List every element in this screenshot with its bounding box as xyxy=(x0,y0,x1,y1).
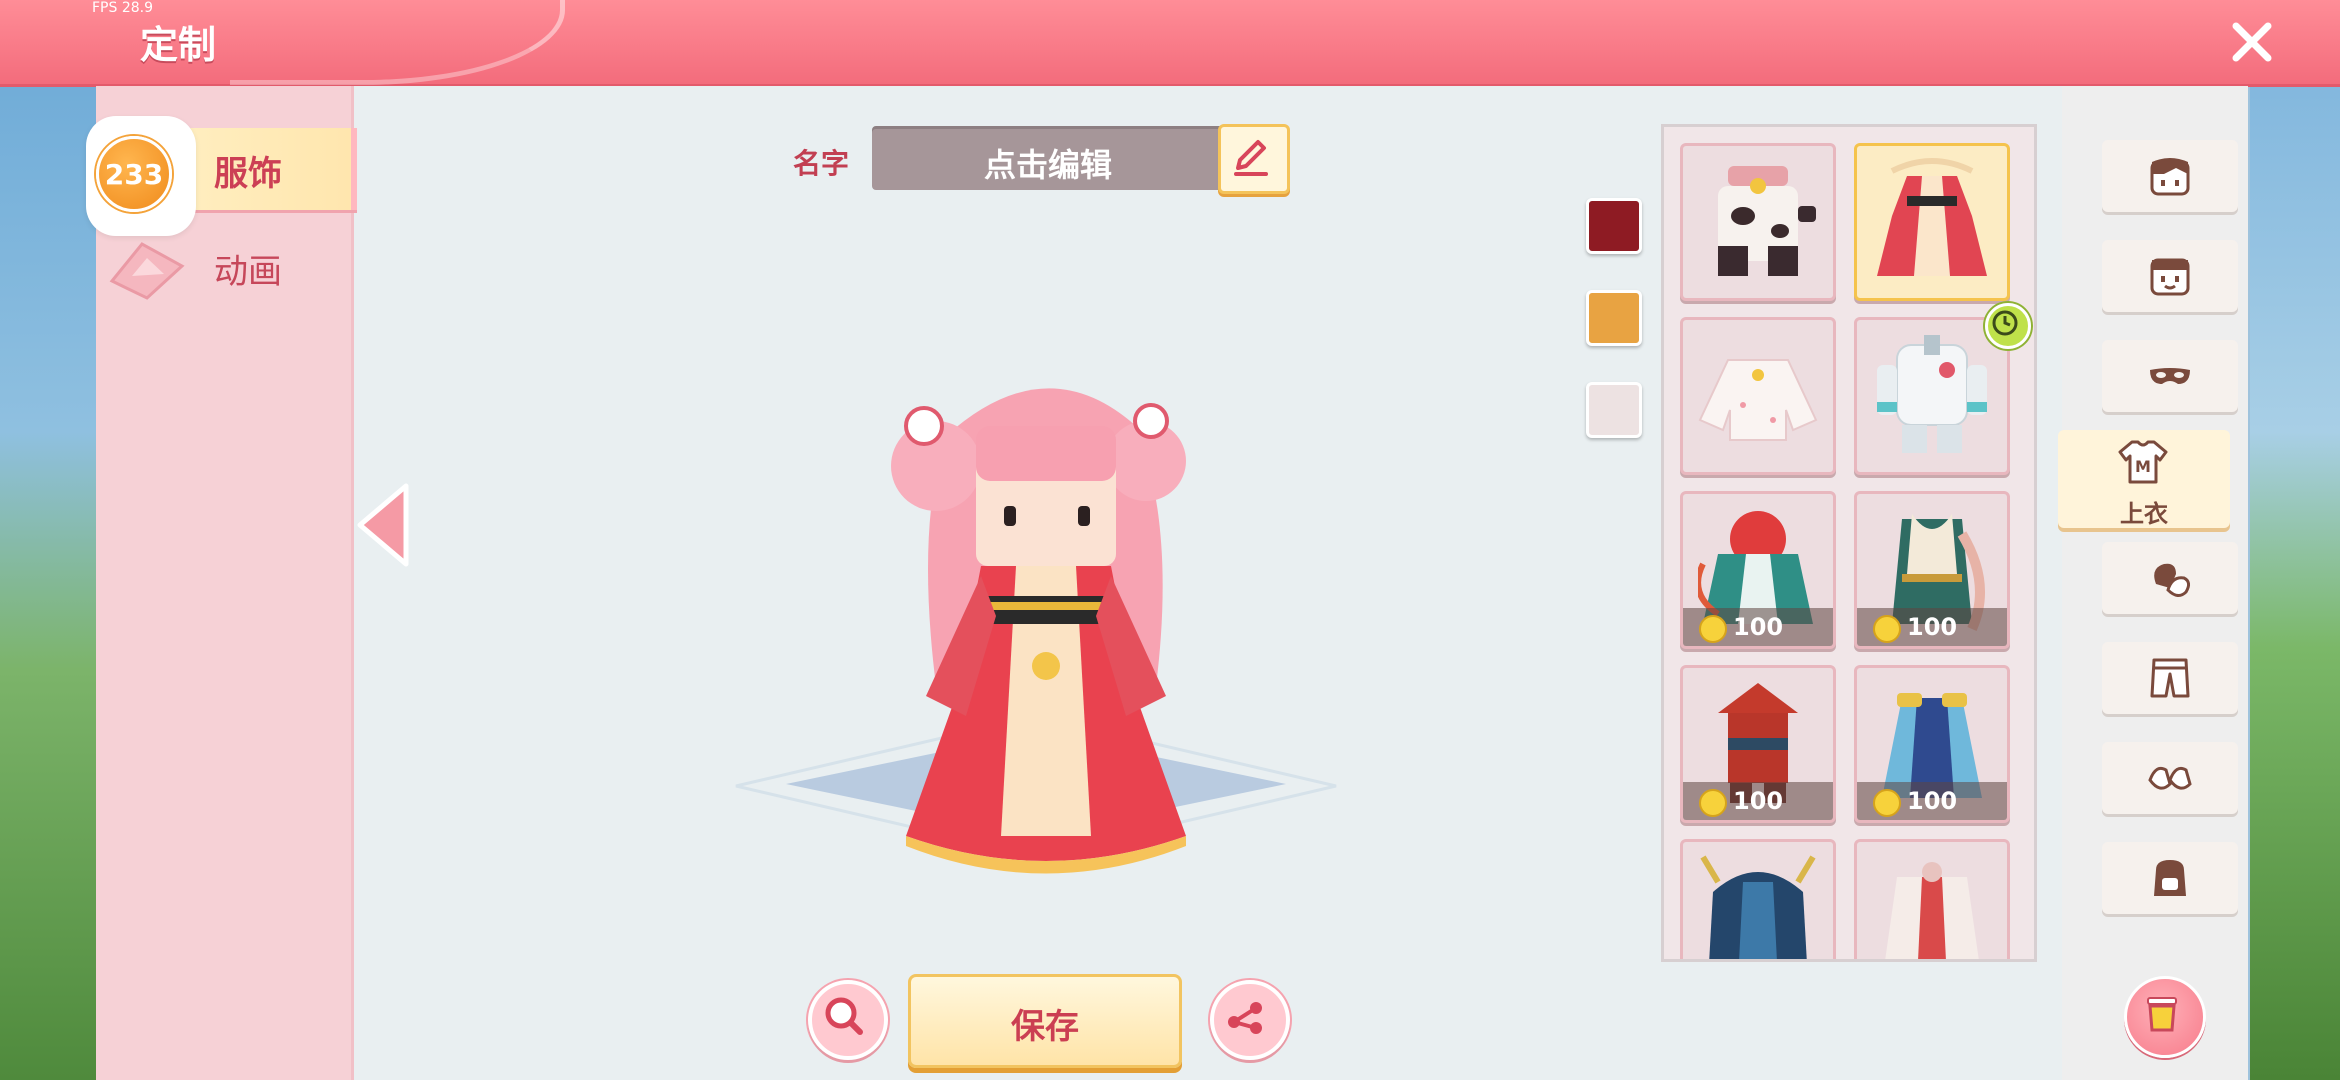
item-price: 100 xyxy=(1857,608,2007,646)
category-column: M 上衣 xyxy=(2058,86,2248,1080)
shoes-icon xyxy=(2148,766,2192,790)
face-icon xyxy=(2150,258,2190,296)
clothing-item-grid[interactable]: 100 100 100 100 xyxy=(1661,124,2037,962)
category-gloves[interactable] xyxy=(2102,542,2238,614)
background-scene-right xyxy=(2250,0,2340,1080)
tab-clothing-label: 服饰 xyxy=(214,154,282,194)
name-input[interactable]: 点击编辑 xyxy=(872,126,1224,190)
item-teal-scarf-outfit[interactable]: 100 xyxy=(1854,491,2010,649)
item-red-hat-outfit[interactable]: 100 xyxy=(1680,665,1836,823)
item-red-hanfu-dress[interactable] xyxy=(1854,143,2010,301)
item-cow-costume[interactable] xyxy=(1680,143,1836,301)
category-top[interactable]: M 上衣 xyxy=(2058,430,2230,528)
edit-name-button[interactable] xyxy=(1218,124,1290,194)
timer-icon xyxy=(1985,303,2031,349)
color-swatch-orange[interactable] xyxy=(1586,290,1642,346)
tab-animation-label: 动画 xyxy=(214,252,282,292)
item-blue-armor-outfit[interactable]: 100 xyxy=(1854,665,2010,823)
name-input-value: 点击编辑 xyxy=(983,146,1112,184)
gloves-icon xyxy=(2154,563,2191,597)
category-top-label: 上衣 xyxy=(2120,500,2168,528)
shirt-icon: M xyxy=(2118,440,2168,484)
magnifier-icon xyxy=(825,997,863,1035)
white-space-suit-icon xyxy=(1877,335,1987,453)
white-blouse-icon xyxy=(1698,359,1818,441)
share-icon xyxy=(1228,1002,1262,1034)
coin-icon xyxy=(1699,789,1727,817)
coin-count: 233 xyxy=(96,136,172,212)
item-green-red-robe[interactable]: 100 xyxy=(1680,491,1836,649)
item-white-blouse[interactable] xyxy=(1680,317,1836,475)
pencil-icon xyxy=(1234,140,1268,176)
arrow-left-icon[interactable] xyxy=(354,480,414,570)
category-mask[interactable] xyxy=(2102,340,2238,412)
color-swatch-dark-red[interactable] xyxy=(1586,198,1642,254)
coin-icon xyxy=(1873,615,1901,643)
coin-badge: 233 xyxy=(86,116,196,236)
blue-horned-outfit-icon xyxy=(1700,855,1816,959)
item-red-white-robe[interactable] xyxy=(1854,839,2010,959)
title-bar: FPS 28.9 定制 xyxy=(0,0,2340,87)
share-button[interactable] xyxy=(1210,980,1290,1060)
cow-costume-icon xyxy=(1718,166,1816,276)
item-price: 100 xyxy=(1683,782,1833,820)
mask-icon xyxy=(2150,368,2190,384)
item-price: 100 xyxy=(1683,608,1833,646)
category-backpack[interactable] xyxy=(2102,842,2238,914)
trash-icon xyxy=(2147,997,2177,1032)
category-face[interactable] xyxy=(2102,240,2238,312)
character-preview[interactable] xyxy=(886,366,1206,906)
save-button[interactable]: 保存 xyxy=(908,974,1182,1068)
category-pants[interactable] xyxy=(2102,642,2238,714)
name-label: 名字 xyxy=(793,147,850,180)
red-white-robe-icon xyxy=(1885,862,1979,959)
item-price: 100 xyxy=(1857,782,2007,820)
coin-icon xyxy=(1699,615,1727,643)
backpack-icon xyxy=(2154,860,2186,896)
close-icon[interactable] xyxy=(2226,16,2278,68)
title-decoration xyxy=(230,0,565,85)
zoom-button[interactable] xyxy=(808,980,888,1060)
category-hair[interactable] xyxy=(2102,140,2238,212)
trash-button[interactable] xyxy=(2124,976,2206,1058)
save-button-label: 保存 xyxy=(1011,1007,1079,1047)
item-blue-horned-outfit[interactable] xyxy=(1680,839,1836,959)
background-scene-left xyxy=(0,0,100,1080)
animation-tab-icon xyxy=(109,242,185,300)
page-title: 定制 xyxy=(140,23,217,67)
svg-text:M: M xyxy=(2135,457,2151,476)
customize-panel: 服饰 动画 233 名字 点击编辑 100 100 100 100 M 上衣 保… xyxy=(86,86,2248,1080)
pants-icon xyxy=(2150,658,2190,698)
hair-face-icon xyxy=(2150,158,2190,196)
color-swatch-light[interactable] xyxy=(1586,382,1642,438)
category-shoes[interactable] xyxy=(2102,742,2238,814)
coin-icon xyxy=(1873,789,1901,817)
red-hanfu-icon xyxy=(1877,158,1987,276)
